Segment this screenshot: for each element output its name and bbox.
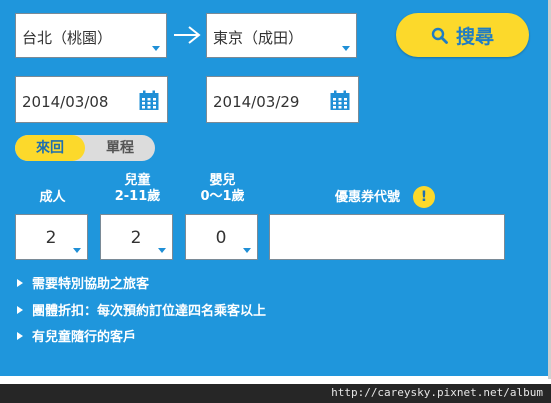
search-button[interactable]: 搜尋 [396,13,529,57]
child-label-line1: 兒童 [124,173,151,188]
origin-value: 台北（桃園） [22,29,113,47]
special-assistance-text: 需要特別協助之旅客 [32,277,150,292]
triangle-right-icon [17,331,23,340]
special-assistance-link[interactable]: 需要特別協助之旅客 [17,273,149,292]
arrow-right-icon [174,26,201,44]
coupon-label: 優惠券代號 [334,190,400,205]
calendar-icon[interactable] [139,90,159,111]
calendar-icon[interactable] [330,90,350,111]
info-icon[interactable]: ! [413,186,435,208]
adult-count-value: 2 [45,228,57,248]
return-date-value: 2014/03/29 [213,93,300,111]
coupon-input[interactable] [269,214,505,260]
children-travel-link[interactable]: 有兒童隨行的客戶 [17,326,136,345]
depart-date-field[interactable]: 2014/03/08 [15,76,168,123]
adult-label: 成人 [39,190,66,205]
search-icon [431,27,448,44]
chevron-down-icon [73,248,81,253]
child-label-line2: 2-11歲 [114,189,161,204]
triangle-right-icon [17,305,23,314]
group-discount-link[interactable]: 團體折扣：每次預約訂位達四名乘客以上 [17,300,266,319]
album-url: http://careysky.pixnet.net/album [331,386,543,399]
footer-bar: http://careysky.pixnet.net/album [0,384,551,403]
one-way-option[interactable]: 單程 [85,135,155,161]
chevron-down-icon [243,248,251,253]
chevron-down-icon [342,46,350,51]
infant-count-select[interactable]: 0 [185,214,258,260]
adult-count-select[interactable]: 2 [15,214,88,260]
child-label: 兒童 2-11歲 [100,173,175,205]
destination-value: 東京（成田） [213,29,304,47]
child-count-value: 2 [130,228,142,248]
triangle-right-icon [17,278,23,287]
child-count-select[interactable]: 2 [100,214,173,260]
destination-select[interactable]: 東京（成田） [206,13,357,58]
infant-label-line1: 嬰兒 [209,173,236,188]
chevron-down-icon [158,248,166,253]
chevron-down-icon [152,46,160,51]
infant-label-line2: 0～1歲 [200,189,245,204]
depart-date-value: 2014/03/08 [22,93,109,111]
group-discount-text: 團體折扣：每次預約訂位達四名乘客以上 [32,304,267,319]
origin-select[interactable]: 台北（桃園） [15,13,167,58]
infant-label: 嬰兒 0～1歲 [185,173,260,205]
round-trip-option[interactable]: 來回 [15,135,85,161]
trip-type-toggle: 來回 單程 [15,135,155,161]
infant-count-value: 0 [215,228,227,248]
children-travel-text: 有兒童隨行的客戶 [32,330,137,345]
search-button-label: 搜尋 [455,25,494,48]
return-date-field[interactable]: 2014/03/29 [206,76,359,123]
